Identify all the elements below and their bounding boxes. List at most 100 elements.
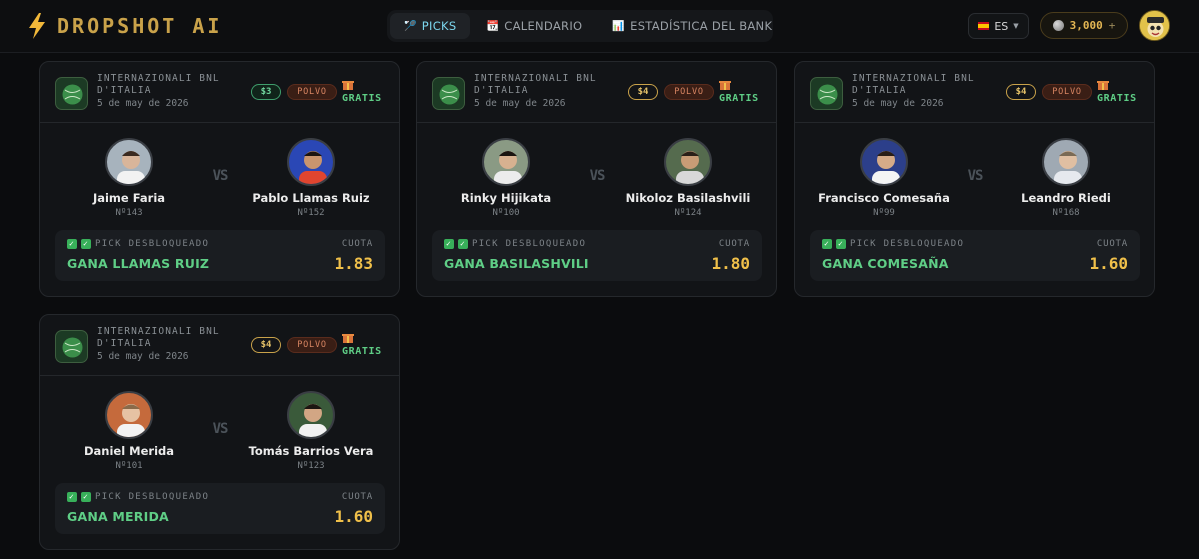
surface-badge: POLVO (287, 337, 337, 353)
gift-icon (1097, 81, 1109, 90)
vs-label: VS (212, 168, 229, 184)
pick-box: ✓ ✓ PICK DESBLOQUEADO GANA BASILASHVILI … (432, 230, 762, 281)
check-icon: ✓ (67, 239, 77, 249)
coin-icon (1052, 20, 1064, 31)
card-header: INTERNAZIONALI BNL D'ITALIA 5 de may de … (417, 62, 776, 123)
pick-card[interactable]: INTERNAZIONALI BNL D'ITALIA 5 de may de … (794, 61, 1155, 297)
language-selector[interactable]: ES ▼ (968, 13, 1029, 39)
brand[interactable]: DROPSHOT AI (27, 12, 222, 40)
tab-label: PICKS (421, 19, 457, 33)
odds-value: 1.83 (334, 254, 373, 273)
odds-value: 1.60 (334, 507, 373, 526)
player-photo (287, 391, 335, 439)
free-label: GRATIS (719, 93, 759, 104)
tournament-logo (810, 77, 843, 110)
tournament-name: INTERNAZIONALI BNL D'ITALIA (97, 326, 220, 349)
pick-unlocked-label: PICK DESBLOQUEADO (472, 239, 587, 249)
odds-label: CUOTA (1096, 239, 1128, 249)
pick-box: ✓ ✓ PICK DESBLOQUEADO GANA MERIDA CUOTA … (55, 483, 385, 534)
app-title: DROPSHOT AI (57, 14, 223, 38)
pick-unlocked-row: ✓ ✓ PICK DESBLOQUEADO (67, 239, 209, 249)
odds-value: 1.80 (711, 254, 750, 273)
pick-selection: GANA LLAMAS RUIZ (67, 256, 210, 271)
pick-selection: GANA MERIDA (67, 509, 169, 524)
player-name: Nikoloz Basilashvili (625, 191, 751, 205)
odds-label: CUOTA (341, 492, 373, 502)
check-icon: ✓ (458, 239, 468, 249)
pick-card[interactable]: INTERNAZIONALI BNL D'ITALIA 5 de may de … (39, 61, 400, 297)
player-name: Leandro Riedi (1021, 191, 1111, 205)
stake-badge: $4 (251, 337, 281, 353)
surface-badge: POLVO (1042, 84, 1092, 100)
pick-card[interactable]: INTERNAZIONALI BNL D'ITALIA 5 de may de … (39, 314, 400, 550)
stake-badge: $4 (1006, 84, 1036, 100)
stake-badge: $4 (628, 84, 658, 100)
surface-badge: POLVO (664, 84, 714, 100)
card-header: INTERNAZIONALI BNL D'ITALIA 5 de may de … (40, 62, 399, 123)
check-icon: ✓ (444, 239, 454, 249)
coin-amount: 3,000 (1069, 19, 1103, 32)
player-rank: Nº123 (297, 461, 325, 471)
surface-badge: POLVO (287, 84, 337, 100)
bar-chart-icon: 📊 (612, 20, 626, 32)
card-header: INTERNAZIONALI BNL D'ITALIA 5 de may de … (795, 62, 1154, 123)
tournament-logo (55, 330, 88, 363)
player-1: Francisco Comesaña Nº99 (809, 138, 959, 218)
pick-box: ✓ ✓ PICK DESBLOQUEADO GANA COMESAÑA CUOT… (810, 230, 1140, 281)
match-date: 5 de may de 2026 (97, 351, 189, 362)
avatar[interactable] (1139, 10, 1170, 41)
vs-label: VS (967, 168, 984, 184)
player-name: Rinky Hijikata (460, 191, 552, 205)
odds-value: 1.60 (1089, 254, 1128, 273)
stake-badge: $3 (251, 84, 281, 100)
check-icon: ✓ (836, 239, 846, 249)
check-icon: ✓ (81, 492, 91, 502)
add-coins-button[interactable]: + (1109, 19, 1116, 32)
pick-card[interactable]: INTERNAZIONALI BNL D'ITALIA 5 de may de … (416, 61, 777, 297)
player-photo (664, 138, 712, 186)
gift-icon (342, 334, 354, 343)
player-name: Pablo Llamas Ruiz (252, 191, 370, 205)
user-avatar-icon (1140, 11, 1169, 40)
top-bar: DROPSHOT AI 🏸 PICKS 📆 CALENDARIO 📊 ESTAD… (0, 0, 1199, 53)
chevron-down-icon: ▼ (1013, 22, 1019, 30)
card-header: INTERNAZIONALI BNL D'ITALIA 5 de may de … (40, 315, 399, 376)
pick-unlocked-row: ✓ ✓ PICK DESBLOQUEADO (822, 239, 964, 249)
player-rank: Nº100 (492, 208, 520, 218)
pick-unlocked-row: ✓ ✓ PICK DESBLOQUEADO (444, 239, 586, 249)
language-code: ES (994, 19, 1009, 33)
odds-label: CUOTA (718, 239, 750, 249)
player-name: Daniel Merida (83, 444, 175, 458)
pick-selection: GANA COMESAÑA (822, 256, 949, 271)
tab-label: CALENDARIO (504, 19, 583, 33)
player-2: Tomás Barrios Vera Nº123 (236, 391, 386, 471)
player-rank: Nº99 (873, 208, 895, 218)
player-photo (1042, 138, 1090, 186)
tab-picks[interactable]: 🏸 PICKS (390, 13, 471, 39)
player-photo (482, 138, 530, 186)
free-label: GRATIS (342, 346, 382, 357)
player-rank: Nº124 (674, 208, 702, 218)
check-icon: ✓ (81, 239, 91, 249)
gift-icon (719, 81, 731, 90)
player-name: Francisco Comesaña (818, 191, 950, 205)
player-1: Jaime Faria Nº143 (54, 138, 204, 218)
tab-calendar[interactable]: 📆 CALENDARIO (472, 13, 596, 39)
match-date: 5 de may de 2026 (852, 98, 944, 109)
free-label: GRATIS (342, 93, 382, 104)
pick-unlocked-label: PICK DESBLOQUEADO (95, 239, 210, 249)
player-photo (287, 138, 335, 186)
pick-unlocked-label: PICK DESBLOQUEADO (850, 239, 965, 249)
player-rank: Nº101 (115, 461, 143, 471)
tab-bank-stats[interactable]: 📊 ESTADÍSTICA DEL BANK (598, 13, 786, 39)
pick-unlocked-row: ✓ ✓ PICK DESBLOQUEADO (67, 492, 209, 502)
vs-label: VS (212, 421, 229, 437)
tournament-name: INTERNAZIONALI BNL D'ITALIA (852, 73, 975, 96)
pick-box: ✓ ✓ PICK DESBLOQUEADO GANA LLAMAS RUIZ C… (55, 230, 385, 281)
lightning-bolt-icon (29, 13, 45, 39)
player-2: Leandro Riedi Nº168 (991, 138, 1141, 218)
coin-balance[interactable]: 3,000 + (1040, 12, 1128, 39)
player-1: Rinky Hijikata Nº100 (431, 138, 581, 218)
match-date: 5 de may de 2026 (474, 98, 566, 109)
player-2: Nikoloz Basilashvili Nº124 (613, 138, 763, 218)
